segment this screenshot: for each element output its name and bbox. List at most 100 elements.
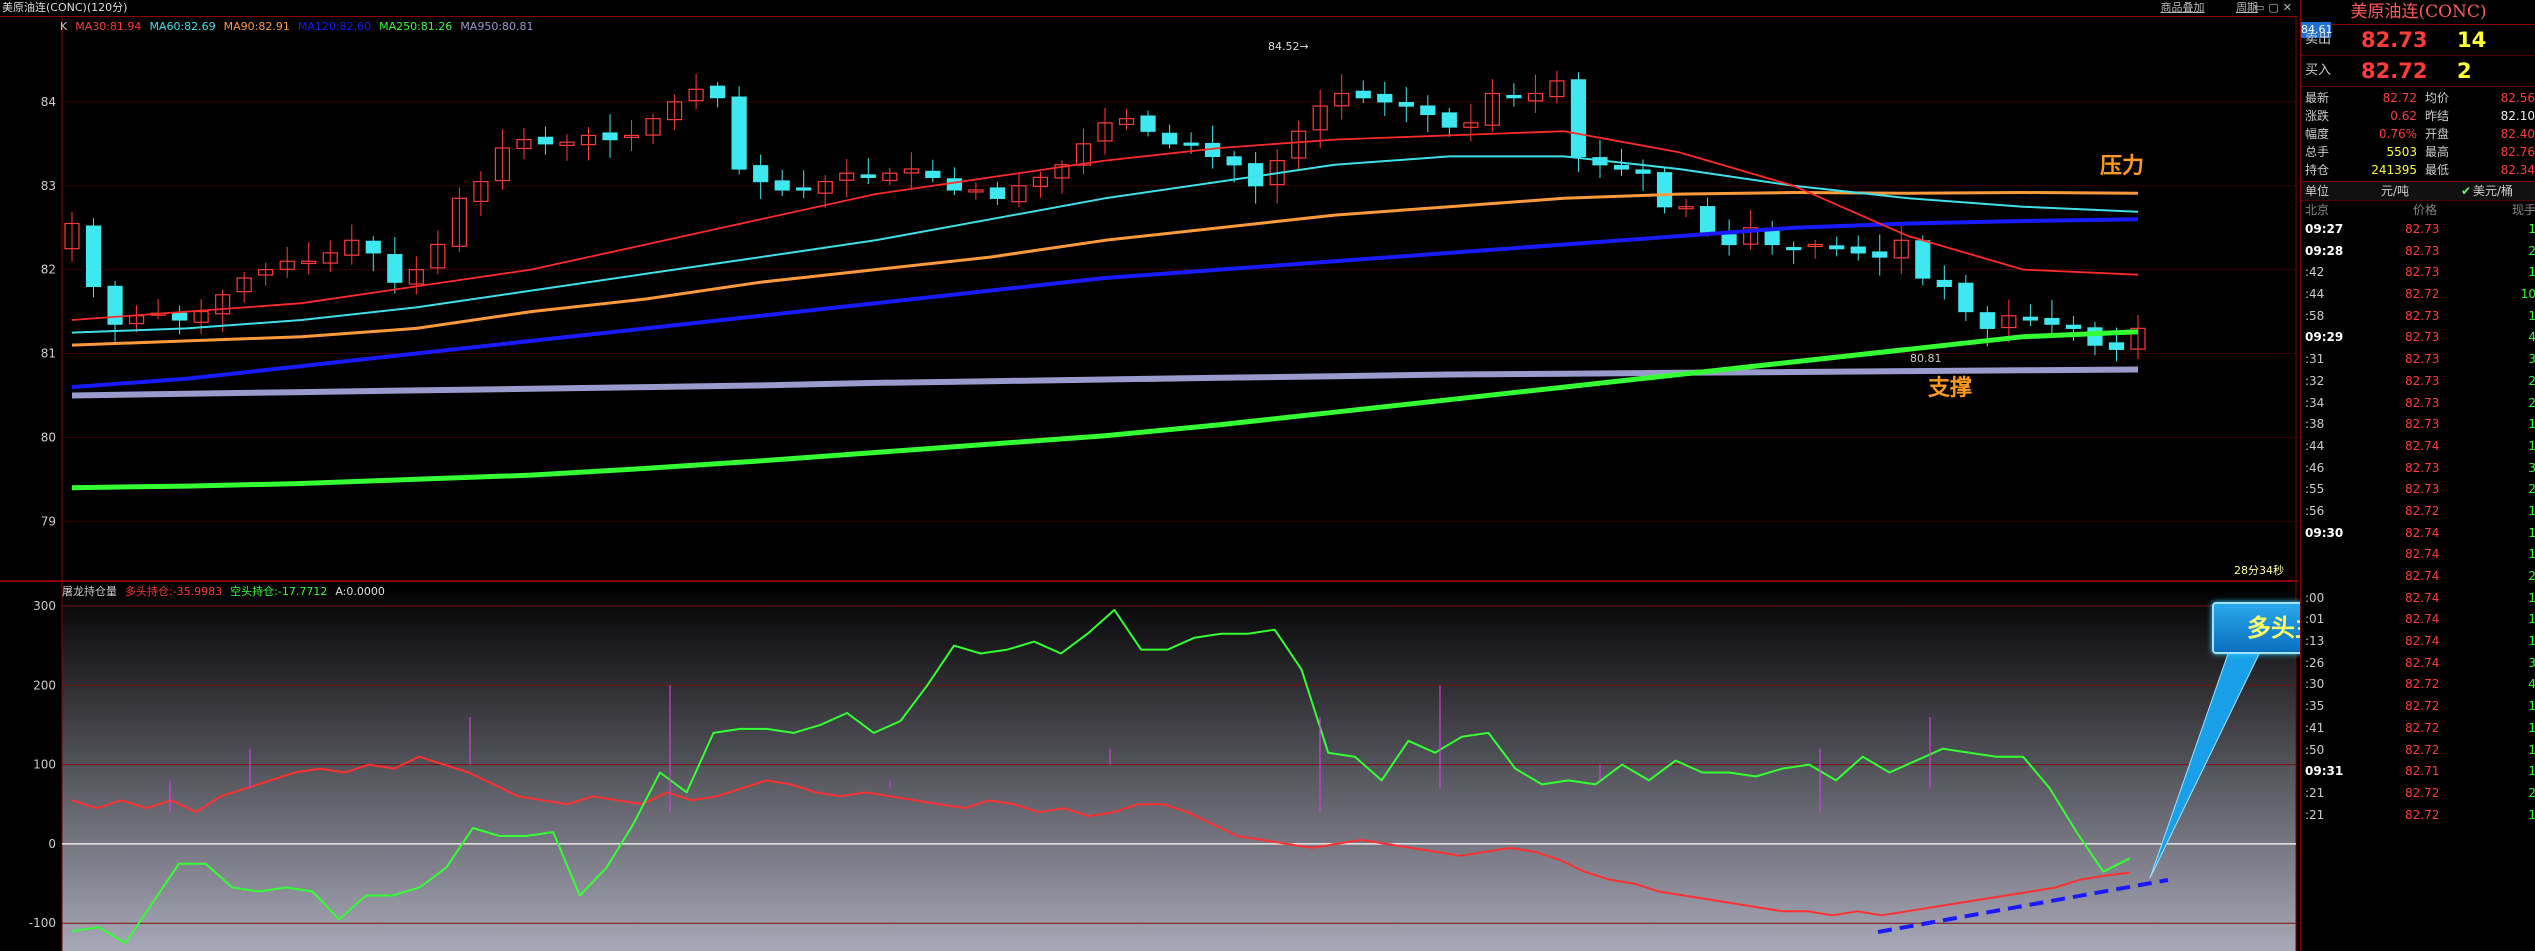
tick-price: 82.73 — [2405, 222, 2440, 236]
stat-row: 最新 82.72 均价 82.56 — [2301, 89, 2535, 107]
chart-canvas[interactable]: 79 80 81 82 83 84 -100 0 100 200 300 84.52→ 80.81 — [0, 0, 2298, 951]
tick-time: :41 — [2305, 720, 2325, 735]
tick-volume: 1 — [2528, 720, 2535, 735]
tick-row: 09:29 82.73 4 — [2301, 327, 2535, 349]
tick-row: :50 82.72 1 — [2301, 740, 2535, 762]
tick-time: :42 — [2305, 265, 2325, 280]
tick-price: 82.72 — [2405, 785, 2440, 800]
main-y-tick-label: 82 — [41, 263, 56, 277]
tick-volume: 2 — [2528, 569, 2535, 583]
sell-volume: 14 — [2457, 28, 2487, 52]
tick-price: 82.73 — [2405, 308, 2440, 323]
candle-body — [1570, 79, 1587, 158]
tick-price: 82.72 — [2405, 503, 2440, 518]
sub-y-tick-label: -100 — [29, 916, 56, 930]
candle-body — [1915, 240, 1931, 279]
stats-table: 最新 82.72 均价 82.56 涨跌 0.62 昨结 82.10 幅度 0.76% 开盘 82.4… — [2301, 87, 2535, 182]
stat-cell: 0.76% — [2378, 127, 2417, 141]
candle-body — [1161, 132, 1178, 145]
tick-volume: 1 — [2528, 503, 2535, 518]
candle-body — [1656, 172, 1673, 208]
candle-body — [1635, 169, 1651, 174]
tick-price: 82.74 — [2405, 525, 2440, 540]
tick-volume: 1 — [2528, 417, 2535, 432]
pressure-label: 压力 — [2100, 154, 2145, 179]
tick-list[interactable]: 09:27 82.73 1 09:28 82.73 2:42 82.73 1:44 82.72 1… — [2301, 219, 2535, 826]
tick-time: :58 — [2305, 308, 2325, 323]
tick-time: :01 — [2305, 612, 2325, 627]
buy-volume: 2 — [2457, 59, 2472, 83]
tick-price: 82.72 — [2405, 720, 2440, 735]
tick-volume: 2 — [2528, 395, 2535, 410]
tick-price: 82.73 — [2405, 482, 2440, 497]
tick-row: :21 82.72 1 — [2301, 805, 2535, 827]
tick-price: 82.73 — [2405, 265, 2440, 280]
tick-time: 09:31 — [2305, 764, 2344, 779]
ma-legend-item-5: MA250:81.26 — [379, 20, 453, 33]
stat-cell: 幅度 — [2305, 127, 2330, 141]
tick-row: :01 82.74 1 — [2301, 609, 2535, 631]
tick-price: 82.73 — [2405, 417, 2440, 432]
low-price-label: 80.81 — [1910, 352, 1942, 365]
candle-body — [1979, 312, 1995, 329]
tick-volume: 3 — [2528, 460, 2535, 475]
tick-volume: 2 — [2528, 482, 2535, 497]
unit-alt[interactable]: 美元/桶 — [2473, 182, 2513, 200]
tick-price: 82.72 — [2405, 677, 2440, 692]
main-y-tick-label: 81 — [41, 347, 56, 361]
overlay-commodity-link[interactable]: 商品叠加 — [2161, 1, 2205, 14]
candle-body — [1958, 282, 1974, 313]
tick-time: :21 — [2305, 785, 2325, 800]
candle-body — [1441, 112, 1457, 128]
tick-price: 82.73 — [2405, 243, 2440, 258]
tick-row: 82.74 1 — [2301, 544, 2535, 566]
stat-cell: 最低 — [2425, 163, 2450, 177]
ma-legend-item-3: MA90:82.91 — [223, 20, 290, 33]
candle-body — [107, 285, 123, 325]
tick-row: :31 82.73 3 — [2301, 349, 2535, 371]
main-y-tick-label: 83 — [41, 179, 56, 193]
tick-row: :46 82.73 3 — [2301, 458, 2535, 480]
sell-quote: 卖出 82.73 14 — [2301, 25, 2535, 56]
stat-cell: 开盘 — [2425, 127, 2450, 141]
unit-row: 单位 元/吨 ✔ 美元/桶 — [2301, 182, 2535, 201]
window-controls-icon[interactable]: ▭▢✕ — [2254, 0, 2296, 16]
candle-body — [602, 132, 618, 141]
tick-volume: 1 — [2528, 308, 2535, 323]
check-icon[interactable]: ✔ — [2461, 182, 2471, 200]
candle-body — [1183, 142, 1199, 146]
panel-title: 美原油连(CONC) — [2301, 0, 2535, 25]
tick-volume: 1 — [2528, 547, 2535, 562]
tick-row: :44 82.72 10 — [2301, 284, 2535, 306]
candle-body — [753, 165, 769, 183]
tick-price: 82.74 — [2405, 438, 2440, 453]
candle-body — [1420, 105, 1436, 116]
candle-body — [1936, 279, 1952, 288]
tick-volume: 4 — [2528, 330, 2535, 345]
candle-body — [1850, 246, 1866, 254]
tick-row: :44 82.74 1 — [2301, 436, 2535, 458]
tick-row: :38 82.73 1 — [2301, 414, 2535, 436]
tick-price: 82.72 — [2405, 807, 2440, 822]
stat-cell: 总手 — [2305, 145, 2330, 159]
stat-cell: 82.40 — [2500, 127, 2535, 141]
candle-body — [989, 187, 1005, 199]
stat-cell: 82.56 — [2500, 91, 2535, 105]
tick-volume: 1 — [2528, 634, 2535, 649]
tick-time: :32 — [2305, 373, 2325, 388]
tick-row: :55 82.73 2 — [2301, 479, 2535, 501]
top-bar: 美原油连(CONC)(120分) 商品叠加 周期 ▭▢✕ — [0, 0, 2298, 17]
stat-cell: 82.10 — [2500, 109, 2535, 123]
countdown-timer: 28分34秒 — [2234, 564, 2284, 577]
tick-time: :35 — [2305, 699, 2325, 714]
high-price-label: 84.52→ — [1268, 40, 1309, 53]
tick-row: :32 82.73 2 — [2301, 371, 2535, 393]
sell-label: 卖出 — [2305, 32, 2332, 47]
ma-legend-item-4: MA120:82.60 — [297, 20, 372, 33]
candle-body — [1377, 93, 1393, 103]
support-label: 支撑 — [1928, 376, 1973, 401]
tick-price: 82.74 — [2405, 590, 2440, 605]
tick-volume: 1 — [2528, 742, 2535, 757]
tick-price: 82.74 — [2405, 569, 2440, 583]
tick-price: 82.73 — [2405, 330, 2440, 345]
